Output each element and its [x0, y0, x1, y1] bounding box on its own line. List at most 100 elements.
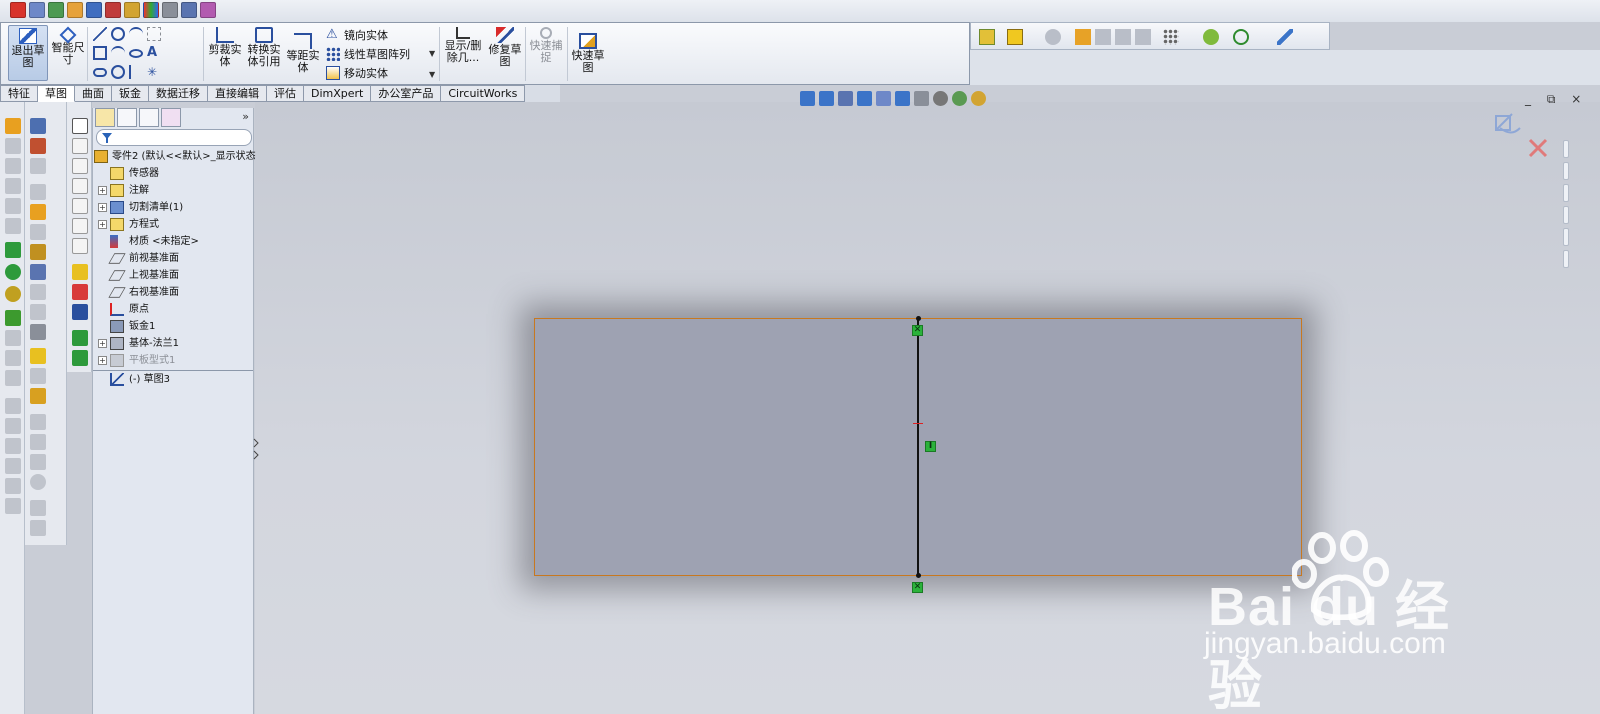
- expand-icon[interactable]: +: [98, 220, 107, 229]
- task-pane-tab[interactable]: [1563, 228, 1569, 246]
- measure-icon[interactable]: [200, 2, 216, 18]
- smart-dimension-button[interactable]: 智能尺寸: [51, 25, 85, 81]
- drawing-icon[interactable]: [86, 2, 102, 18]
- split-icon[interactable]: [5, 398, 21, 414]
- tab-2[interactable]: 曲面: [75, 85, 112, 102]
- expand-icon[interactable]: +: [98, 356, 107, 365]
- tree-icon[interactable]: [67, 2, 83, 18]
- feature-icon[interactable]: [1075, 29, 1091, 45]
- quick-snaps-button[interactable]: 快速捕捉: [528, 25, 564, 81]
- draft-icon[interactable]: [5, 458, 21, 474]
- exit-sketch-icon[interactable]: [1495, 113, 1521, 134]
- tab-5[interactable]: 直接编辑: [208, 85, 267, 102]
- cross-break-icon[interactable]: [30, 264, 46, 280]
- tab-1[interactable]: 草图: [38, 85, 75, 102]
- view-iso-icon[interactable]: [72, 238, 88, 254]
- closed-corner-icon[interactable]: [30, 434, 46, 450]
- more-tabs-button[interactable]: »: [242, 110, 249, 123]
- shell-icon[interactable]: [5, 264, 21, 280]
- expand-icon[interactable]: +: [98, 203, 107, 212]
- scale-icon[interactable]: [5, 330, 21, 346]
- options-icon[interactable]: [1135, 29, 1151, 45]
- task-pane-tab[interactable]: [1563, 184, 1569, 202]
- edge-flange-icon[interactable]: [30, 158, 46, 174]
- extrude-icon[interactable]: [5, 118, 21, 134]
- view-right-icon[interactable]: [72, 178, 88, 194]
- forming-tool-icon[interactable]: [30, 520, 46, 536]
- view-bottom-icon[interactable]: [72, 218, 88, 234]
- fold-icon[interactable]: [30, 304, 46, 320]
- layer-tool-icon[interactable]: [72, 330, 88, 346]
- intersect-icon[interactable]: [5, 350, 21, 366]
- dimxpert-manager-tab[interactable]: [161, 108, 181, 127]
- revolve-icon[interactable]: [5, 138, 21, 154]
- delete-face-icon[interactable]: [5, 438, 21, 454]
- no-bends-icon[interactable]: [30, 348, 46, 364]
- polygon-icon[interactable]: [111, 65, 125, 79]
- miter-flange-icon[interactable]: [30, 184, 46, 200]
- sketch-centerline[interactable]: [917, 318, 919, 576]
- sketch-fillet-icon[interactable]: [147, 27, 161, 41]
- linear-pattern-button[interactable]: 线性草图阵列: [326, 46, 410, 62]
- scene-icon[interactable]: [952, 90, 967, 106]
- view-left-icon[interactable]: [72, 158, 88, 174]
- view-back-icon[interactable]: [72, 138, 88, 154]
- line-endpoint-bottom[interactable]: [916, 573, 921, 578]
- sketched-bend-icon[interactable]: [30, 244, 46, 260]
- sketch-tool-icon[interactable]: [72, 304, 88, 320]
- panel-collapse-handle[interactable]: [253, 437, 259, 461]
- hole-wizard-icon[interactable]: [5, 242, 21, 258]
- copy-icon[interactable]: [1095, 29, 1111, 45]
- view-orientation-icon[interactable]: [876, 90, 891, 106]
- flex-icon[interactable]: [5, 498, 21, 514]
- dome-icon[interactable]: [5, 310, 21, 326]
- tab-3[interactable]: 钣金: [112, 85, 149, 102]
- layer-icon[interactable]: [1007, 29, 1023, 45]
- normal-to-icon[interactable]: [72, 264, 88, 280]
- configuration-manager-tab[interactable]: [139, 108, 159, 127]
- tab-8[interactable]: 办公室产品: [371, 85, 442, 102]
- rib-icon[interactable]: [5, 218, 21, 234]
- previous-view-icon[interactable]: [838, 90, 853, 106]
- feature-manager-tab[interactable]: [95, 108, 115, 127]
- vent-icon[interactable]: [30, 500, 46, 516]
- hide-show-icon[interactable]: [914, 90, 929, 106]
- insert-icon[interactable]: [979, 29, 995, 45]
- hole-icon[interactable]: [162, 2, 178, 18]
- assembly-icon[interactable]: [48, 2, 64, 18]
- combine-icon[interactable]: [5, 370, 21, 386]
- color-icon[interactable]: [143, 2, 159, 18]
- window-controls[interactable]: _ ⧉ ×: [1525, 92, 1587, 107]
- repair-sketch-button[interactable]: 修复草图: [487, 25, 523, 81]
- tab-9[interactable]: CircuitWorks: [441, 85, 526, 102]
- task-pane-tab[interactable]: [1563, 162, 1569, 180]
- break-corner-icon[interactable]: [30, 474, 46, 490]
- insert-bends-icon[interactable]: [30, 388, 46, 404]
- sheet-metal-icon[interactable]: [30, 118, 46, 134]
- rectangle-icon[interactable]: [93, 46, 107, 60]
- centerline-icon[interactable]: [129, 65, 143, 79]
- jog-icon[interactable]: [30, 224, 46, 240]
- corner-icon[interactable]: [30, 414, 46, 430]
- view-settings-icon[interactable]: [971, 90, 986, 106]
- indent-icon[interactable]: [5, 478, 21, 494]
- arc-icon[interactable]: [111, 46, 125, 60]
- unfold-icon[interactable]: [30, 284, 46, 300]
- tab-4[interactable]: 数据迁移: [149, 85, 208, 102]
- wrap-icon[interactable]: [5, 286, 21, 302]
- tree-rollback-divider[interactable]: [93, 370, 253, 371]
- view-front-icon[interactable]: [72, 118, 88, 134]
- cube-icon[interactable]: [1045, 29, 1061, 45]
- ellipse-icon[interactable]: [129, 48, 143, 58]
- vertical-relation-icon[interactable]: I: [925, 441, 936, 452]
- zoom-area-icon[interactable]: [819, 90, 834, 106]
- edit-sketch-icon[interactable]: [72, 284, 88, 300]
- task-pane-tab[interactable]: [1563, 250, 1569, 268]
- ruler-icon[interactable]: [1277, 29, 1293, 45]
- flatten-icon[interactable]: [30, 324, 46, 340]
- curve-icon[interactable]: [1233, 29, 1249, 45]
- loft-icon[interactable]: [5, 178, 21, 194]
- zoom-fit-icon[interactable]: [800, 90, 815, 106]
- slot-icon[interactable]: [93, 67, 107, 77]
- 3d-icon[interactable]: [10, 2, 26, 18]
